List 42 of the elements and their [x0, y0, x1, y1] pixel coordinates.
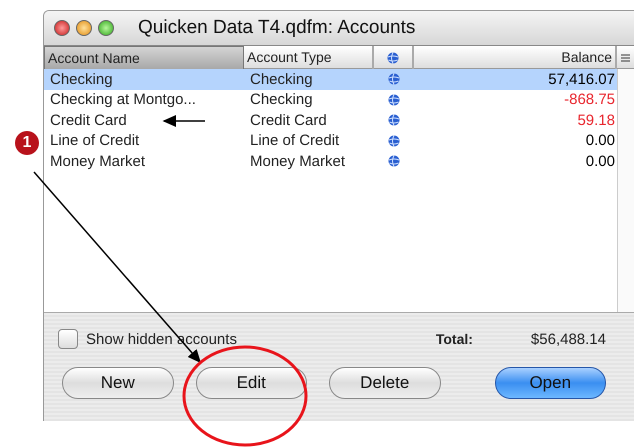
- arrow: [162, 115, 205, 127]
- globe-icon: [388, 114, 400, 126]
- column-header[interactable]: Account Name: [44, 46, 244, 70]
- table-cell: Line of Credit: [50, 132, 140, 150]
- window-title: Quicken Data T4.qdfm: Accounts: [138, 17, 416, 39]
- balance-cell: 0.00: [586, 132, 615, 150]
- zoom-button[interactable]: [98, 20, 114, 36]
- push-button[interactable]: Edit: [196, 367, 307, 399]
- column-menu-icon[interactable]: [620, 54, 630, 62]
- account-row[interactable]: Credit Card Credit Card 59.18: [44, 110, 617, 130]
- table-cell: Money Market: [250, 152, 346, 170]
- table-cell: Credit Card: [50, 112, 127, 129]
- total-label: Total:: [436, 331, 473, 347]
- close-button[interactable]: [54, 20, 70, 36]
- table-cell: Line of Credit: [250, 132, 340, 150]
- default-button[interactable]: Open: [494, 367, 606, 399]
- account-row[interactable]: Checking Checking 57,416.07: [44, 69, 617, 90]
- table-cell: Checking: [250, 91, 313, 108]
- globe-icon: [388, 94, 400, 106]
- table-cell: Checking at Montgo...: [50, 91, 196, 108]
- globe-icon: [388, 134, 400, 147]
- push-button[interactable]: Delete: [329, 367, 440, 399]
- globe-icon: [388, 155, 400, 168]
- total-value: $56,488.14: [530, 330, 606, 348]
- balance-cell: 0.00: [586, 152, 615, 170]
- step-badge: 1: [15, 131, 39, 155]
- checkbox[interactable]: [58, 329, 78, 349]
- table-cell: Credit Card: [250, 112, 327, 129]
- push-button[interactable]: New: [62, 367, 174, 399]
- table-cell: Money Market: [50, 152, 146, 170]
- globe-icon: [388, 73, 400, 86]
- account-row[interactable]: Line of Credit Line of Credit 0.00: [44, 130, 617, 151]
- balance-cell: 59.18: [577, 112, 615, 129]
- account-row[interactable]: Checking at Montgo... Checking -868.75: [44, 90, 617, 110]
- minimize-button[interactable]: [76, 20, 92, 36]
- balance-cell: -868.75: [564, 91, 615, 108]
- globe-icon: [387, 52, 399, 64]
- account-row[interactable]: Money Market Money Market 0.00: [44, 151, 617, 172]
- table-cell: Checking: [250, 70, 313, 88]
- scrollbar[interactable]: [617, 69, 634, 312]
- balance-cell: 57,416.07: [548, 70, 615, 88]
- table-cell: Checking: [50, 70, 113, 88]
